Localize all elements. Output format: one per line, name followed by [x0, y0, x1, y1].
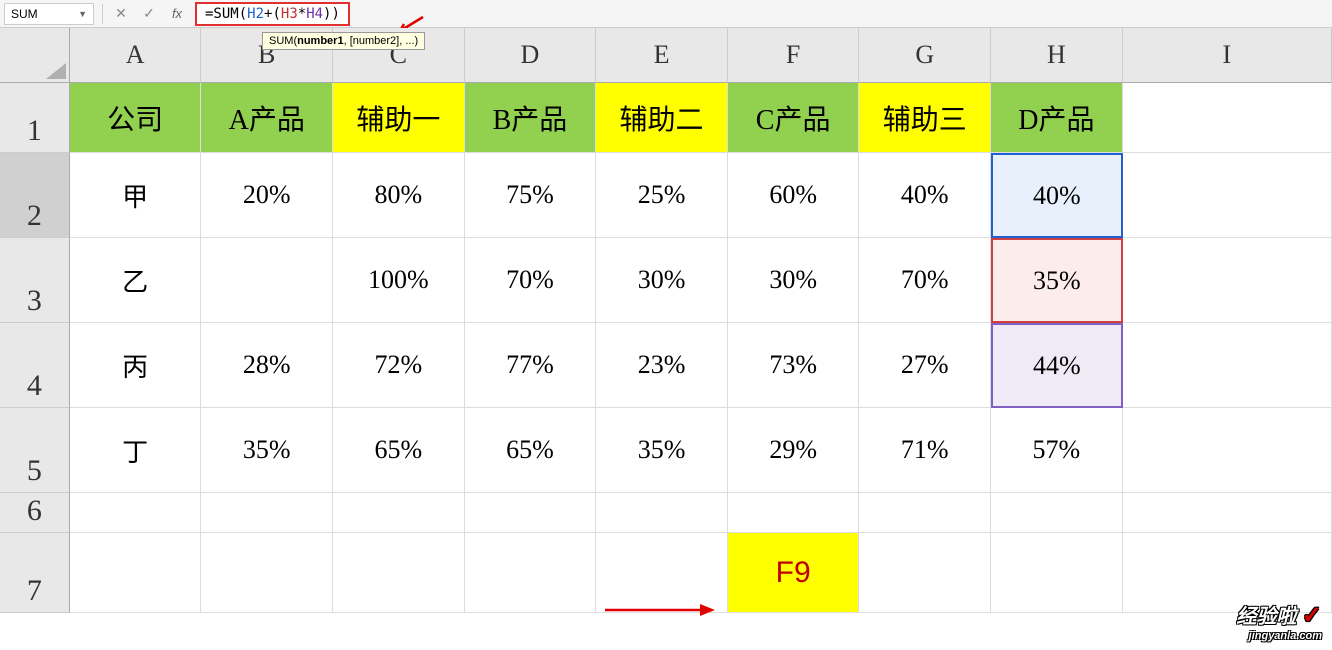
formula-bar: SUM ▼ ✕ ✓ fx =SUM(H2+(H3*H4)): [0, 0, 1332, 28]
column-headers: A B C D E F G H I: [0, 28, 1332, 83]
select-all-corner[interactable]: [0, 28, 70, 83]
cell-E3[interactable]: 30%: [596, 238, 728, 323]
formula-input[interactable]: =SUM(H2+(H3*H4)): [195, 2, 350, 26]
col-header-D[interactable]: D: [465, 28, 597, 83]
spreadsheet-grid: A B C D E F G H I 1 公司 A产品 辅助一 B产品 辅助二 C…: [0, 28, 1332, 613]
cell-C3[interactable]: 100%: [333, 238, 465, 323]
cell-A6[interactable]: [70, 493, 202, 533]
cell-A2[interactable]: 甲: [70, 153, 202, 238]
table-row: 6: [0, 493, 1332, 533]
cell-C4[interactable]: 72%: [333, 323, 465, 408]
cell-D4[interactable]: 77%: [465, 323, 597, 408]
cell-C7[interactable]: [333, 533, 465, 613]
cell-H4[interactable]: 44%: [991, 323, 1123, 408]
cell-A3[interactable]: 乙: [70, 238, 202, 323]
function-tooltip: SUM(number1, [number2], ...): [262, 32, 425, 50]
cell-F7[interactable]: F9: [728, 533, 860, 613]
cell-G3[interactable]: 70%: [859, 238, 991, 323]
cell-B3[interactable]: [201, 238, 333, 323]
cell-A7[interactable]: [70, 533, 202, 613]
cell-D6[interactable]: [465, 493, 597, 533]
col-header-F[interactable]: F: [728, 28, 860, 83]
confirm-icon[interactable]: ✓: [139, 5, 159, 22]
cell-G4[interactable]: 27%: [859, 323, 991, 408]
cell-E1[interactable]: 辅助二: [596, 83, 728, 153]
cell-C5[interactable]: 65%: [333, 408, 465, 493]
table-row: 3 乙 100% 70% 30% 30% 70% 35%: [0, 238, 1332, 323]
cell-G2[interactable]: 40%: [859, 153, 991, 238]
cell-F4[interactable]: 73%: [728, 323, 860, 408]
table-row: 5 丁 35% 65% 65% 35% 29% 71% 57%: [0, 408, 1332, 493]
cell-D3[interactable]: 70%: [465, 238, 597, 323]
cell-C2[interactable]: 80%: [333, 153, 465, 238]
name-box[interactable]: SUM ▼: [4, 3, 94, 25]
cell-B6[interactable]: [201, 493, 333, 533]
cell-H6[interactable]: [991, 493, 1123, 533]
cell-I4[interactable]: [1123, 323, 1332, 408]
cell-F5[interactable]: 29%: [728, 408, 860, 493]
row-header-6[interactable]: 6: [0, 493, 70, 533]
cell-E6[interactable]: [596, 493, 728, 533]
col-header-G[interactable]: G: [859, 28, 991, 83]
chevron-down-icon[interactable]: ▼: [78, 9, 87, 19]
cell-A4[interactable]: 丙: [70, 323, 202, 408]
row-header-7[interactable]: 7: [0, 533, 70, 613]
cell-F1[interactable]: C产品: [728, 83, 860, 153]
cell-F6[interactable]: [728, 493, 860, 533]
col-header-H[interactable]: H: [991, 28, 1123, 83]
watermark: 经验啦 ✓ jingyanla.com: [1236, 600, 1322, 642]
row-header-1[interactable]: 1: [0, 83, 70, 153]
cell-B1[interactable]: A产品: [201, 83, 333, 153]
cell-B4[interactable]: 28%: [201, 323, 333, 408]
cell-F3[interactable]: 30%: [728, 238, 860, 323]
cell-H5[interactable]: 57%: [991, 408, 1123, 493]
row-header-3[interactable]: 3: [0, 238, 70, 323]
cell-D2[interactable]: 75%: [465, 153, 597, 238]
cell-G1[interactable]: 辅助三: [859, 83, 991, 153]
cell-B2[interactable]: 20%: [201, 153, 333, 238]
cell-B5[interactable]: 35%: [201, 408, 333, 493]
table-row: 2 甲 20% 80% 75% 25% 60% 40% 40%: [0, 153, 1332, 238]
cell-E4[interactable]: 23%: [596, 323, 728, 408]
divider: [102, 4, 103, 24]
cell-I5[interactable]: [1123, 408, 1332, 493]
cell-I3[interactable]: [1123, 238, 1332, 323]
cell-G7[interactable]: [859, 533, 991, 613]
cell-E5[interactable]: 35%: [596, 408, 728, 493]
cell-G6[interactable]: [859, 493, 991, 533]
col-header-E[interactable]: E: [596, 28, 728, 83]
cancel-icon[interactable]: ✕: [111, 5, 131, 22]
cell-A1[interactable]: 公司: [70, 83, 202, 153]
cell-I6[interactable]: [1123, 493, 1332, 533]
col-header-I[interactable]: I: [1123, 28, 1332, 83]
cell-E2[interactable]: 25%: [596, 153, 728, 238]
cell-H2[interactable]: 40%: [991, 153, 1123, 238]
cell-D5[interactable]: 65%: [465, 408, 597, 493]
cell-A5[interactable]: 丁: [70, 408, 202, 493]
cell-D1[interactable]: B产品: [465, 83, 597, 153]
table-row: 4 丙 28% 72% 77% 23% 73% 27% 44%: [0, 323, 1332, 408]
table-row: 1 公司 A产品 辅助一 B产品 辅助二 C产品 辅助三 D产品: [0, 83, 1332, 153]
cell-H1[interactable]: D产品: [991, 83, 1123, 153]
row-header-4[interactable]: 4: [0, 323, 70, 408]
cell-E7[interactable]: [596, 533, 728, 613]
cell-B7[interactable]: [201, 533, 333, 613]
fx-icon[interactable]: fx: [167, 6, 187, 21]
check-icon: ✓: [1302, 602, 1322, 629]
cell-C1[interactable]: 辅助一: [333, 83, 465, 153]
col-header-A[interactable]: A: [70, 28, 202, 83]
table-row: 7 F9: [0, 533, 1332, 613]
row-header-5[interactable]: 5: [0, 408, 70, 493]
cell-H3[interactable]: 35%: [991, 238, 1123, 323]
row-header-2[interactable]: 2: [0, 153, 70, 238]
cell-G5[interactable]: 71%: [859, 408, 991, 493]
cell-I1[interactable]: [1123, 83, 1332, 153]
cell-F2[interactable]: 60%: [728, 153, 860, 238]
name-box-value: SUM: [11, 7, 78, 21]
cell-H7[interactable]: [991, 533, 1123, 613]
cell-C6[interactable]: [333, 493, 465, 533]
cell-I2[interactable]: [1123, 153, 1332, 238]
cell-D7[interactable]: [465, 533, 597, 613]
